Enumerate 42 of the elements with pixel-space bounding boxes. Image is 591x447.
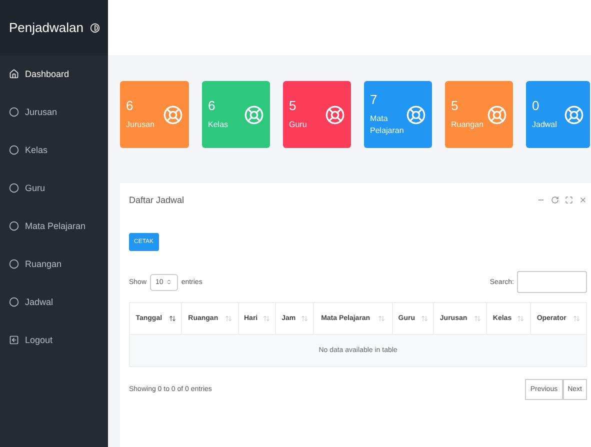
lifebuoy-icon [325,104,345,124]
toggle-icon[interactable] [90,22,100,32]
home-icon [9,69,19,79]
stat-count: 5 [451,98,460,113]
nav-item[interactable]: Mata Pelajaran [0,207,108,245]
nav-item[interactable]: Dashboard [0,55,108,93]
lifebuoy-icon [406,104,426,124]
stat-label: Mata Pelajaran [370,113,402,137]
stat-count: 0 [532,98,540,113]
nav-item[interactable]: Guru [0,169,108,207]
circle-icon [9,297,19,307]
circle-icon [9,145,19,155]
stat-label: Jadwal [532,119,557,131]
logout-icon [9,335,19,345]
stat-label: Guru [289,119,307,131]
stat-count: 5 [289,98,298,113]
app-title: Penjadwalan [9,20,84,35]
stat-label: Ruangan [451,119,483,131]
close-icon[interactable] [579,196,587,204]
lifebuoy-icon [244,104,264,124]
stat-count: 6 [126,98,134,113]
expand-icon[interactable] [565,196,573,204]
nav-item[interactable]: Jadwal [0,283,108,321]
search-field[interactable] [517,271,587,293]
circle-icon [9,221,19,231]
stat-count: 7 [370,92,378,107]
stat-label: Jurusan [126,119,154,131]
nav-item[interactable]: Ruangan [0,245,108,283]
stat-count: 6 [208,98,216,113]
circle-icon [9,259,19,269]
nav-item[interactable]: Jurusan [0,93,108,131]
nav-item[interactable]: Logout [0,321,108,359]
circle-icon [9,107,19,117]
stat-label: Kelas [208,119,228,131]
refresh-icon[interactable] [551,196,559,204]
nav-item[interactable]: Kelas [0,131,108,169]
lifebuoy-icon [163,104,183,124]
stat-card[interactable]: 5 Guru [283,81,351,148]
lifebuoy-icon [564,104,584,124]
circle-icon [9,183,19,193]
lifebuoy-icon [487,104,507,124]
panel-title: Daftar Jadwal [129,195,184,205]
